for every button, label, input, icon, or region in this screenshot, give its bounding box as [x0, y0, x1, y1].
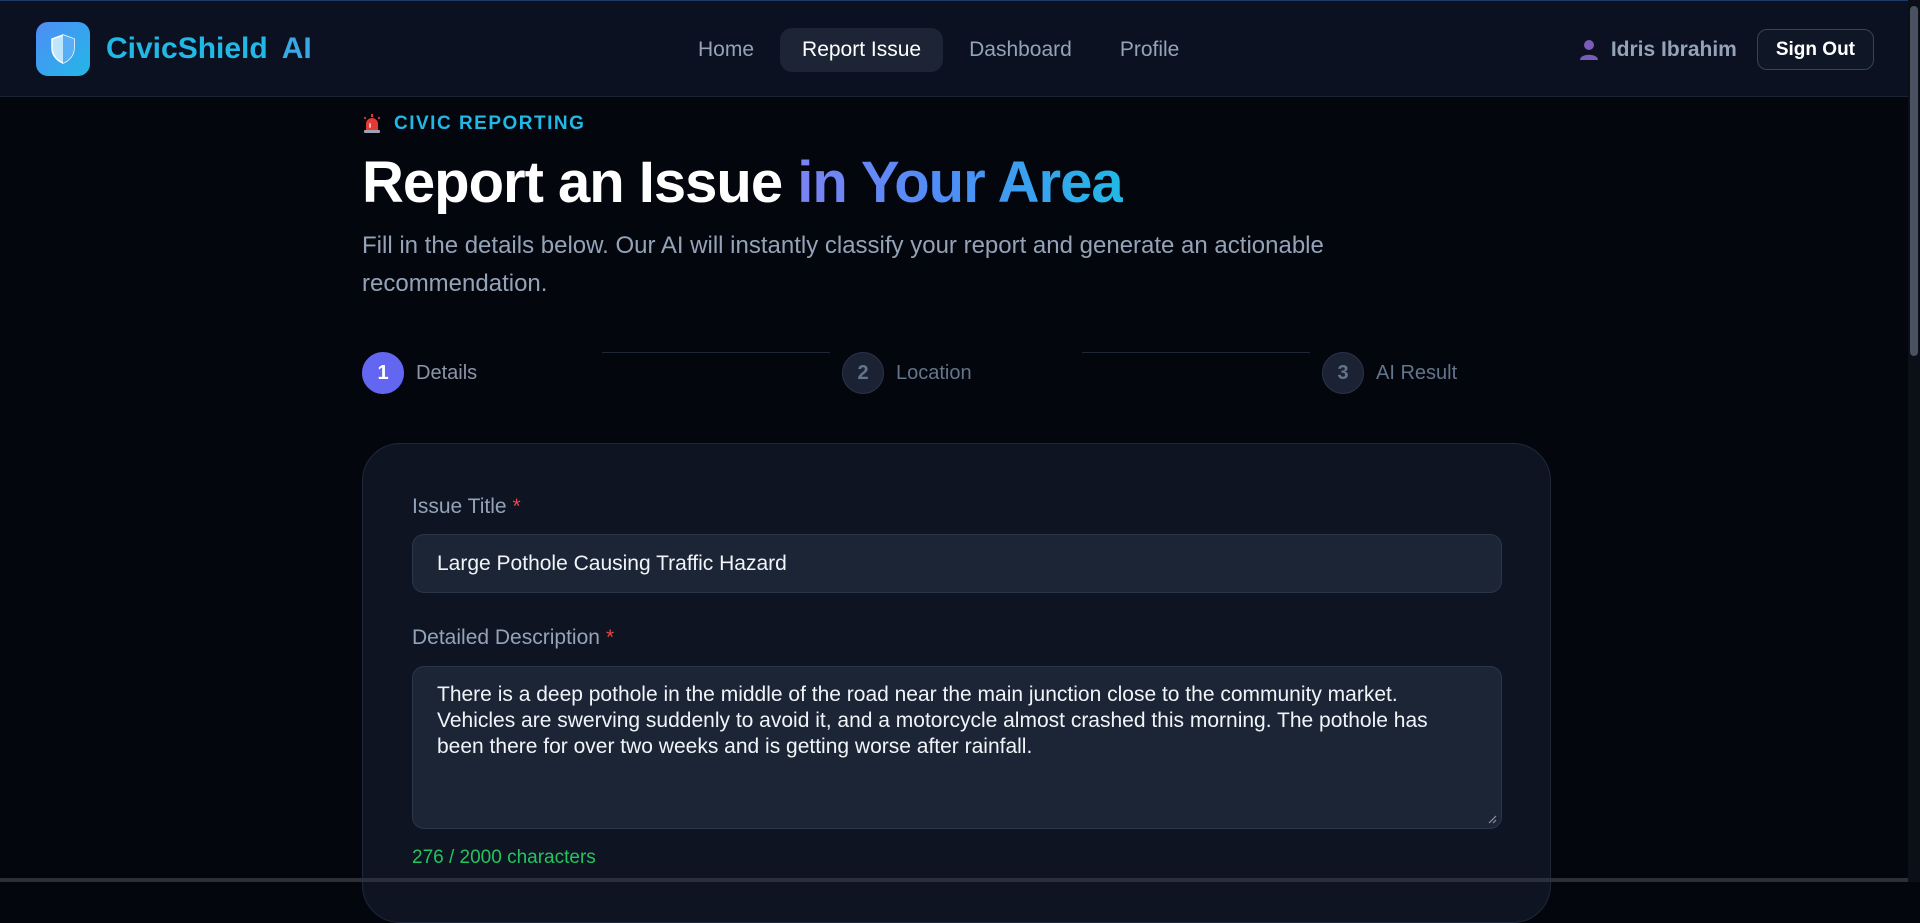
- siren-icon: [363, 114, 381, 133]
- step-location[interactable]: 2 Location: [842, 352, 972, 394]
- user-name[interactable]: Idris Ibrahim: [1611, 38, 1737, 62]
- step-ai-result[interactable]: 3 AI Result: [1322, 352, 1457, 394]
- step-number: 2: [842, 352, 884, 394]
- nav-profile[interactable]: Profile: [1098, 28, 1202, 72]
- page-title-highlight: in Your Area: [797, 150, 1123, 215]
- user-area: Idris Ibrahim Sign Out: [1579, 29, 1874, 70]
- step-label: Location: [896, 361, 972, 384]
- step-label: AI Result: [1376, 361, 1458, 384]
- issue-title-label-text: Issue Title: [412, 495, 507, 518]
- step-label: Details: [416, 361, 478, 384]
- issue-title-input[interactable]: Large Pothole Causing Traffic Hazard: [412, 534, 1502, 593]
- description-label-text: Detailed Description: [412, 626, 600, 649]
- nav-home[interactable]: Home: [676, 28, 776, 72]
- nav-dashboard[interactable]: Dashboard: [947, 28, 1094, 72]
- description-label: Detailed Description *: [412, 626, 614, 650]
- step-indicator: 1 Details 2 Location 3 AI Result: [362, 352, 1552, 396]
- shield-icon: [51, 34, 75, 64]
- brand-suffix: AI: [281, 32, 312, 65]
- issue-title-label: Issue Title *: [412, 495, 521, 519]
- required-marker: *: [512, 495, 521, 518]
- main-nav: Home Report Issue Dashboard Profile: [676, 28, 1205, 72]
- logo: [36, 22, 90, 76]
- eyebrow: CIVIC REPORTING: [362, 113, 585, 135]
- resize-handle-icon[interactable]: [1487, 814, 1497, 824]
- brand-name: CivicShield AI: [106, 32, 312, 66]
- nav-report-issue[interactable]: Report Issue: [780, 28, 944, 72]
- scrollbar-thumb[interactable]: [1910, 6, 1918, 356]
- eyebrow-label: CIVIC REPORTING: [394, 113, 586, 134]
- character-count: 276 / 2000 characters: [412, 847, 596, 868]
- brand[interactable]: CivicShield AI: [36, 22, 312, 76]
- page-title: Report an Issue in Your Area: [362, 149, 1124, 216]
- scrollbar[interactable]: [1908, 0, 1920, 882]
- description-textarea[interactable]: There is a deep pothole in the middle of…: [412, 666, 1502, 829]
- brand-name-text: CivicShield: [106, 32, 268, 65]
- user-icon: [1579, 39, 1598, 60]
- page-title-main: Report an Issue: [362, 150, 783, 215]
- page-subtitle: Fill in the details below. Our AI will i…: [362, 232, 1324, 297]
- step-number: 1: [362, 352, 404, 394]
- description-text: There is a deep pothole in the middle of…: [437, 683, 1428, 758]
- report-form-card: Issue Title * Large Pothole Causing Traff…: [362, 443, 1551, 923]
- step-number: 3: [1322, 352, 1364, 394]
- bottom-edge: [0, 878, 1908, 882]
- step-details[interactable]: 1 Details: [362, 352, 477, 394]
- required-marker: *: [605, 626, 615, 649]
- top-navbar: CivicShield AI Home Report Issue Dashboar…: [0, 0, 1920, 97]
- sign-out-button[interactable]: Sign Out: [1756, 29, 1874, 70]
